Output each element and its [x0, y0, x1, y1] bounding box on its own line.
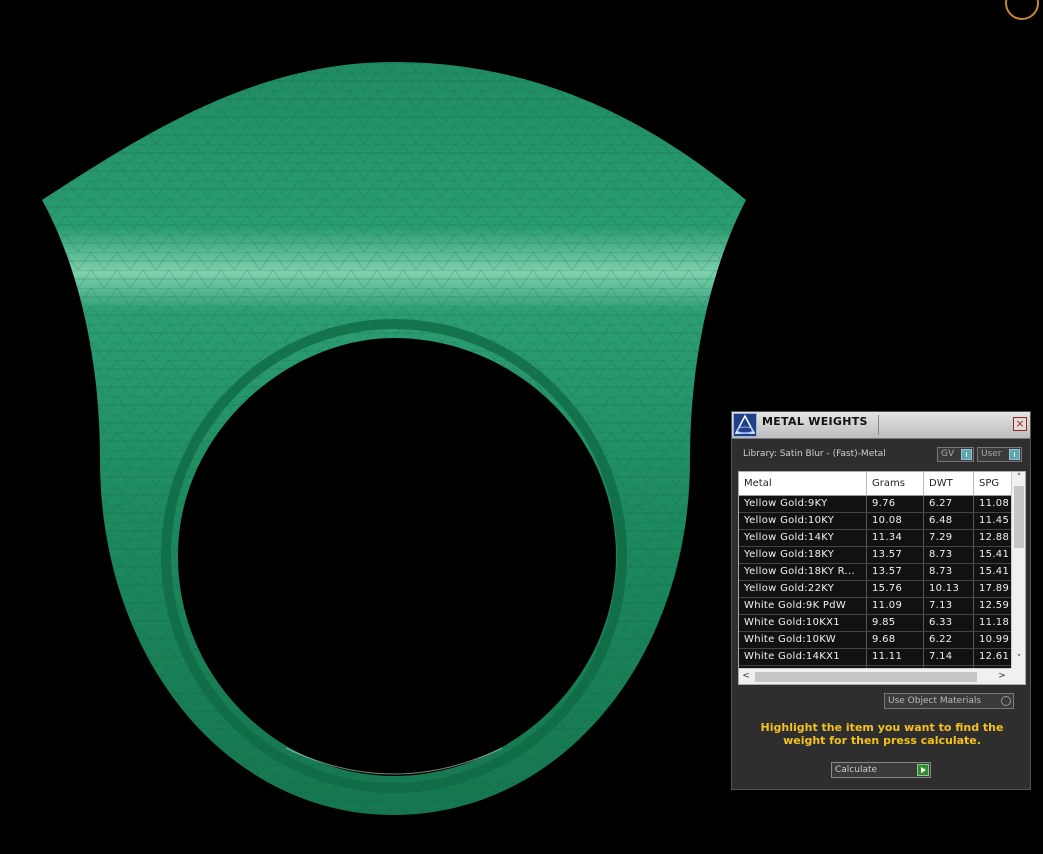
- horizontal-scroll-thumb[interactable]: [755, 672, 977, 682]
- cell-dwt: 7.29: [924, 530, 974, 546]
- table-row[interactable]: Yellow Gold:18KY 13.57 8.73 15.41: [739, 547, 1014, 564]
- cell-dwt: 6.27: [924, 496, 974, 512]
- instruction-text: Highlight the item you want to find the …: [760, 721, 1004, 747]
- column-header-grams[interactable]: Grams: [867, 472, 924, 495]
- column-header-dwt[interactable]: DWT: [924, 472, 974, 495]
- cell-spg: 11.18: [974, 615, 1014, 631]
- cell-grams: 15.76: [867, 581, 924, 597]
- table-row[interactable]: Yellow Gold:10KY 10.08 6.48 11.45: [739, 513, 1014, 530]
- cell-dwt: 7.13: [924, 598, 974, 614]
- column-header-spg[interactable]: SPG: [974, 472, 1014, 495]
- use-object-materials-button[interactable]: Use Object Materials: [884, 693, 1014, 709]
- cell-spg: 12.88: [974, 530, 1014, 546]
- cell-dwt: 8.73: [924, 547, 974, 563]
- user-toggle-label: User: [981, 449, 1002, 459]
- cell-dwt: 10.13: [924, 581, 974, 597]
- cell-grams: 11.34: [867, 530, 924, 546]
- cell-grams: 11.09: [867, 598, 924, 614]
- table-row[interactable]: White Gold:14KX1 11.11 7.14 12.61: [739, 649, 1014, 666]
- cell-metal: Yellow Gold:18KY R...: [739, 564, 867, 580]
- vertical-scroll-thumb[interactable]: [1014, 486, 1024, 548]
- cell-dwt: 6.33: [924, 615, 974, 631]
- table-row[interactable]: Yellow Gold:22KY 15.76 10.13 17.89: [739, 581, 1014, 598]
- cell-dwt: 6.22: [924, 632, 974, 648]
- vertical-scrollbar[interactable]: ˄ ˅: [1011, 472, 1025, 668]
- metal-weights-table[interactable]: Metal Grams DWT SPG Yellow Gold:9KY 9.76 6…: [738, 471, 1026, 685]
- table-row[interactable]: White Gold:10KW 9.68 6.22 10.99: [739, 632, 1014, 649]
- calculate-button[interactable]: Calculate: [831, 762, 931, 778]
- gv-toggle-label: GV: [941, 449, 955, 459]
- cell-spg: 15.41: [974, 547, 1014, 563]
- cell-grams: 9.85: [867, 615, 924, 631]
- scroll-down-icon[interactable]: ˅: [1012, 654, 1025, 664]
- radio-circle-icon[interactable]: [1001, 696, 1011, 706]
- cell-spg: 10.99: [974, 632, 1014, 648]
- cell-metal: White Gold:10KW: [739, 632, 867, 648]
- horizontal-scrollbar[interactable]: < >: [739, 668, 1011, 684]
- metal-weights-panel: METAL WEIGHTS × Library: Satin Blur - (F…: [731, 411, 1031, 790]
- use-object-materials-label: Use Object Materials: [888, 696, 982, 706]
- gv-toggle-switch-icon[interactable]: [961, 449, 972, 460]
- panel-titlebar[interactable]: METAL WEIGHTS ×: [732, 412, 1030, 439]
- cell-grams: 11.11: [867, 649, 924, 665]
- cell-metal: Yellow Gold:18KY: [739, 547, 867, 563]
- close-button[interactable]: ×: [1013, 417, 1027, 431]
- cell-metal: Yellow Gold:14KY: [739, 530, 867, 546]
- scroll-left-icon[interactable]: <: [739, 671, 753, 681]
- table-body: Yellow Gold:9KY 9.76 6.27 11.08 Yellow Gold:…: [739, 496, 1014, 683]
- cell-metal: White Gold:10KX1: [739, 615, 867, 631]
- play-arrow-icon[interactable]: [917, 764, 929, 776]
- panel-title: METAL WEIGHTS: [762, 415, 868, 428]
- cell-spg: 12.59: [974, 598, 1014, 614]
- cell-metal: White Gold:14KX1: [739, 649, 867, 665]
- cell-dwt: 7.14: [924, 649, 974, 665]
- user-toggle[interactable]: User: [977, 447, 1022, 462]
- cell-dwt: 6.48: [924, 513, 974, 529]
- cell-metal: Yellow Gold:10KY: [739, 513, 867, 529]
- cell-grams: 13.57: [867, 564, 924, 580]
- scroll-right-icon[interactable]: >: [995, 671, 1009, 681]
- cell-spg: 15.41: [974, 564, 1014, 580]
- library-label: Library: Satin Blur - (Fast)-Metal: [743, 449, 886, 459]
- calculate-label: Calculate: [835, 765, 878, 775]
- cell-metal: Yellow Gold:22KY: [739, 581, 867, 597]
- app-logo-icon: [733, 413, 757, 437]
- cell-grams: 9.68: [867, 632, 924, 648]
- title-divider: [878, 415, 879, 435]
- table-row[interactable]: Yellow Gold:14KY 11.34 7.29 12.88: [739, 530, 1014, 547]
- cell-metal: White Gold:9K PdW: [739, 598, 867, 614]
- gv-toggle[interactable]: GV: [937, 447, 974, 462]
- table-row[interactable]: White Gold:9K PdW 11.09 7.13 12.59: [739, 598, 1014, 615]
- cell-grams: 13.57: [867, 547, 924, 563]
- user-toggle-switch-icon[interactable]: [1009, 449, 1020, 460]
- table-row[interactable]: Yellow Gold:9KY 9.76 6.27 11.08: [739, 496, 1014, 513]
- cell-spg: 12.61: [974, 649, 1014, 665]
- column-header-metal[interactable]: Metal: [739, 472, 867, 495]
- cell-grams: 10.08: [867, 513, 924, 529]
- table-header: Metal Grams DWT SPG: [739, 472, 1014, 496]
- cell-metal: Yellow Gold:9KY: [739, 496, 867, 512]
- cell-spg: 11.45: [974, 513, 1014, 529]
- scroll-up-icon[interactable]: ˄: [1012, 473, 1025, 483]
- cell-dwt: 8.73: [924, 564, 974, 580]
- table-row[interactable]: White Gold:10KX1 9.85 6.33 11.18: [739, 615, 1014, 632]
- cell-spg: 11.08: [974, 496, 1014, 512]
- table-row[interactable]: Yellow Gold:18KY R... 13.57 8.73 15.41: [739, 564, 1014, 581]
- scrollbar-corner: [1011, 668, 1025, 684]
- cell-spg: 17.89: [974, 581, 1014, 597]
- cell-grams: 9.76: [867, 496, 924, 512]
